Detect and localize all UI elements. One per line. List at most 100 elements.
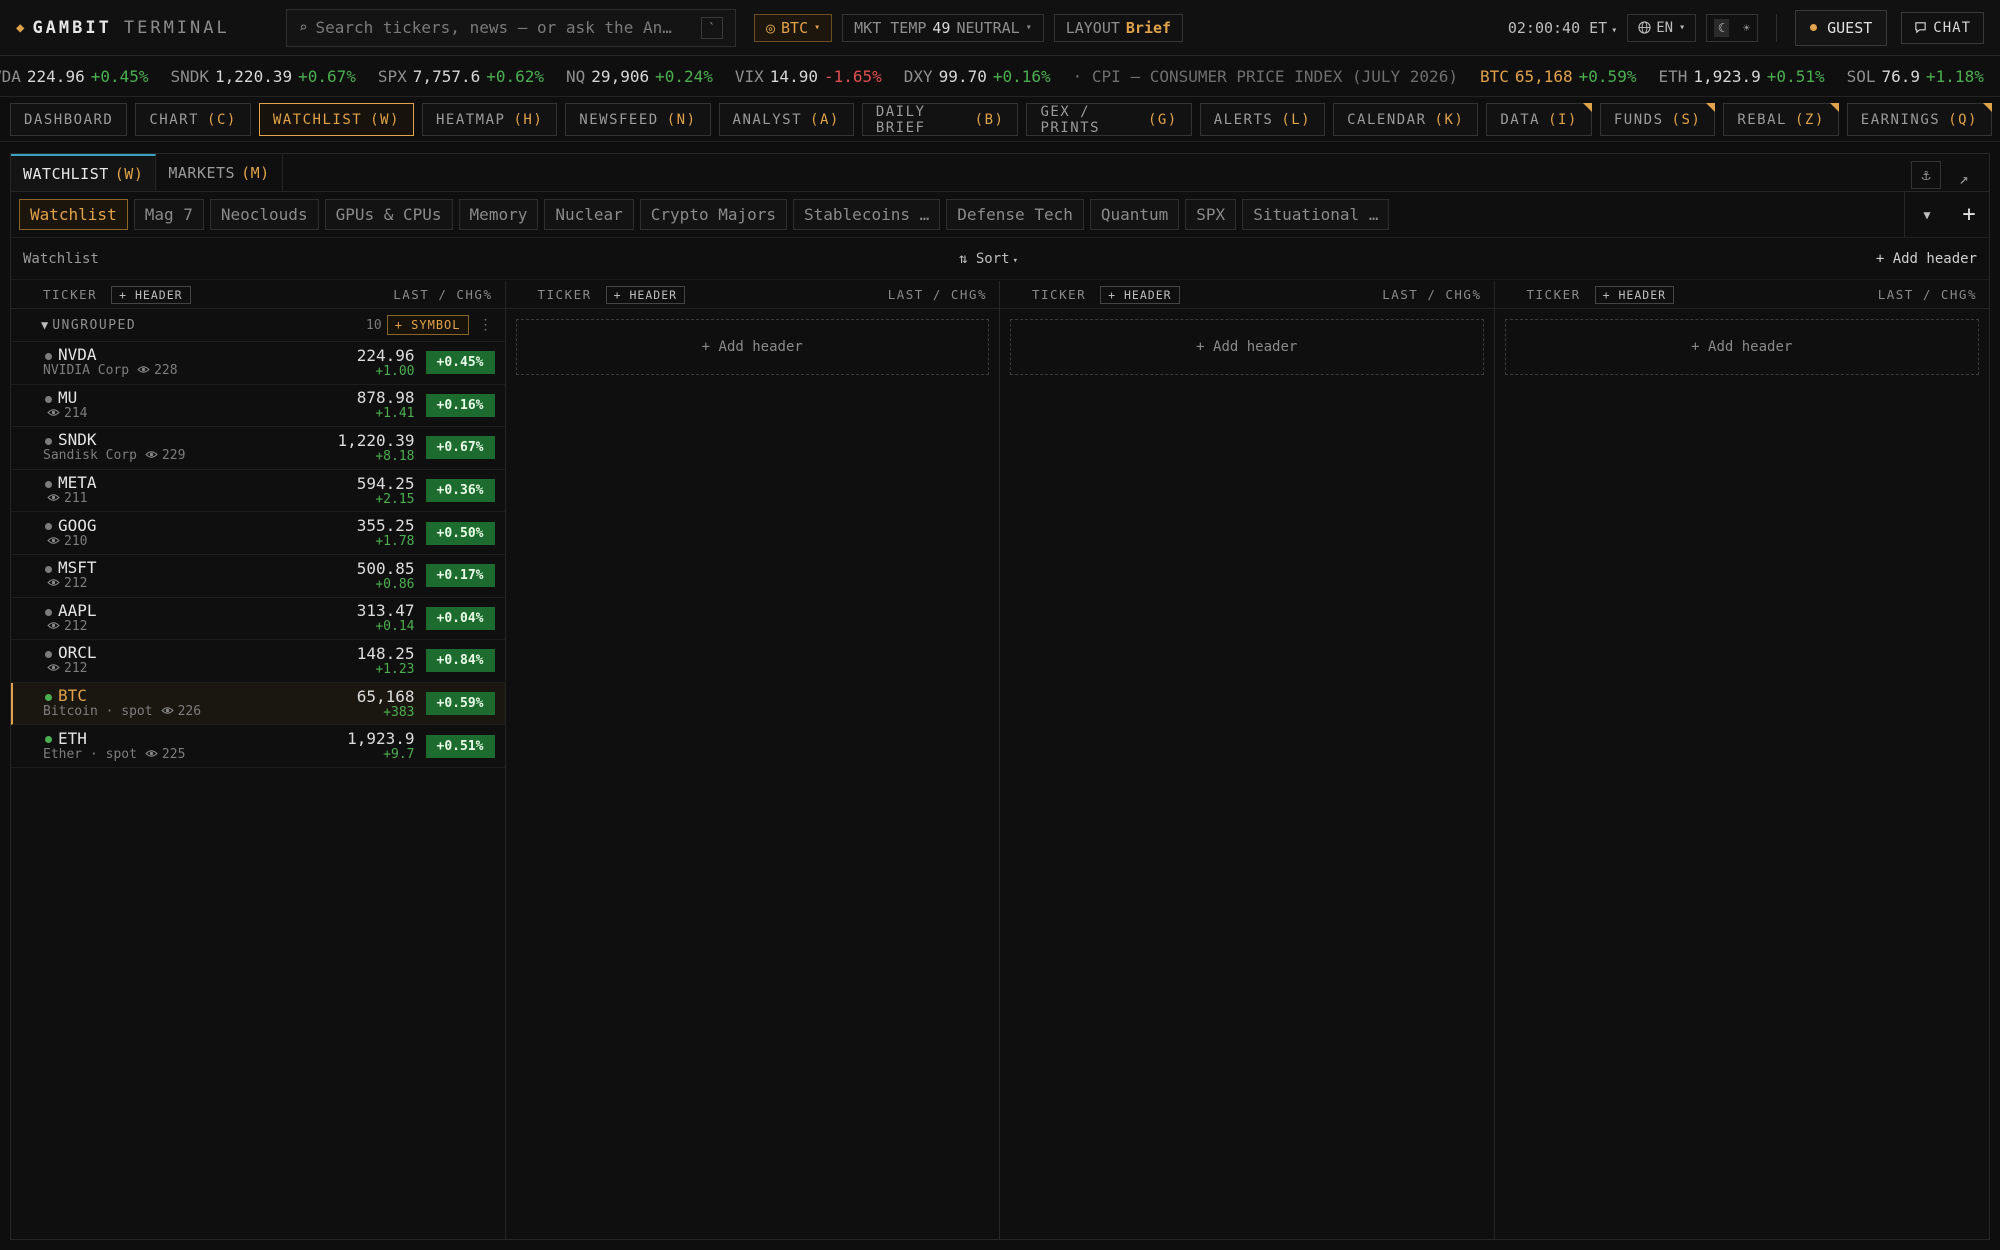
module-tab-daily-brief[interactable]: DAILY BRIEF (B) [861,103,1019,136]
watchlist-tab[interactable]: Crypto Majors [639,199,788,230]
watchlist-tab[interactable]: Watchlist [19,199,128,230]
tape-item[interactable]: ETH 1,923.9 +0.51% [1658,67,1824,86]
watchlist-tab[interactable]: Situational … [1242,199,1390,230]
add-header-button[interactable]: + HEADER [1594,285,1675,304]
tape-item[interactable]: NQ 29,906 +0.24% [566,67,713,86]
brand-name: GAMBIT [32,17,112,38]
more-vertical-icon[interactable]: ⋮ [479,317,493,333]
module-tab-gex-prints[interactable]: GEX / PRINTS (G) [1026,103,1192,136]
moon-icon[interactable]: ☾ [1714,18,1730,37]
table-row[interactable]: AAPL 212 313.47 +0.14 +0.04% [11,598,505,641]
module-tab-analyst[interactable]: ANALYST (A) [718,103,854,136]
watchlist-tab[interactable]: Nuclear [544,199,634,230]
layout-selector[interactable]: LAYOUT Brief [1053,13,1184,42]
watchlist-tab[interactable]: SPX [1185,199,1237,230]
tape-item[interactable]: DXY 99.70 +0.16% [904,67,1051,86]
add-header-button[interactable]: + HEADER [605,285,686,304]
group-row[interactable]: ▼ UNGROUPED 10 + SYMBOL ⋮ [11,309,505,342]
table-row[interactable]: ORCL 212 148.25 +1.23 +0.84% [11,640,505,683]
tape-symbol: VIX [734,67,764,86]
table-row[interactable]: SNDK Sandisk Corp 229 1,220.39 +8.18 +0.67% [11,427,505,470]
row-meta: 212 [39,661,97,677]
module-tab-alerts[interactable]: ALERTS (L) [1199,103,1326,136]
language-selector[interactable]: EN ▾ [1627,13,1697,42]
module-tab-dashboard[interactable]: DASHBOARD [10,103,128,136]
eye-icon [145,448,158,464]
premium-corner-icon [1983,103,1992,112]
chat-button[interactable]: CHAT [1901,11,1984,44]
tape-item[interactable]: SNDK 1,220.39 +0.67% [171,67,356,86]
add-header-dropzone[interactable]: + Add header [1010,319,1484,375]
add-watchlist-button[interactable]: + [1949,202,1989,227]
expand-icon[interactable]: ↗ [1949,164,1979,192]
watchlist-tab[interactable]: GPUs & CPUs [324,199,453,230]
tape-item[interactable]: SPX 7,757.6 +0.62% [378,67,544,86]
module-tab-data[interactable]: DATA (I) [1486,103,1592,136]
module-tab-key: (N) [666,111,697,128]
chevron-down-icon: ▾ [1611,24,1618,36]
watchlist-tab[interactable]: Mag 7 [133,199,204,230]
tape-symbol: BTC [1479,67,1509,86]
module-tab-calendar[interactable]: CALENDAR (K) [1333,103,1479,136]
asset-selector[interactable]: ◎ BTC ▾ [754,13,833,42]
anchor-icon[interactable]: ⚓ [1911,161,1941,189]
add-header-dropzone[interactable]: + Add header [1504,319,1979,375]
module-tab-chart[interactable]: CHART (C) [135,103,251,136]
tab-markets[interactable]: MARKETS (M) [156,154,283,191]
module-tab-rebal[interactable]: REBAL (Z) [1723,103,1839,136]
watchlist-tab[interactable]: Memory [458,199,539,230]
brand-suffix: TERMINAL [123,17,230,38]
row-change-percent-badge: +0.51% [425,734,495,758]
watchlist-tab[interactable]: Stablecoins … [793,199,941,230]
tape-symbol: NQ [566,67,586,86]
tape-symbol: ETH [1658,67,1688,86]
table-row[interactable]: META 211 594.25 +2.15 +0.36% [11,470,505,513]
table-row[interactable]: ETH Ether · spot 225 1,923.9 +9.7 +0.51% [11,725,505,768]
collapse-triangle-icon[interactable]: ▼ [41,318,48,332]
market-temperature[interactable]: MKT TEMP 49 NEUTRAL ▾ [842,13,1044,42]
table-row[interactable]: MSFT 212 500.85 +0.86 +0.17% [11,555,505,598]
watchlist-tab[interactable]: Quantum [1089,199,1180,230]
sort-button[interactable]: ⇅ Sort ▾ [959,251,1018,267]
tape-news[interactable]: · CPI — CONSUMER PRICE INDEX (JULY 2026) [1073,67,1458,86]
clock[interactable]: 02:00:40 ET ▾ [1508,19,1617,37]
add-header-button[interactable]: + HEADER [111,285,191,304]
search-input[interactable] [315,18,701,37]
row-identity: BTC Bitcoin · spot 226 [43,687,201,720]
watchlist-tab[interactable]: Defense Tech [946,199,1084,230]
tape-price: 1,220.39 [215,67,293,86]
module-tab-watchlist[interactable]: WATCHLIST (W) [258,103,414,136]
table-row[interactable]: BTC Bitcoin · spot 226 65,168 +383 +0.59% [11,682,505,726]
module-tab-earnings[interactable]: EARNINGS (Q) [1846,103,1992,136]
last-chg-column-label: LAST / CHG% [1382,287,1482,302]
module-tab-label: GEX / PRINTS [1040,103,1101,136]
guest-button[interactable]: GUEST [1795,9,1888,46]
tape-change: -1.65% [823,67,882,86]
tape-item[interactable]: BTC 65,168 +0.59% [1480,67,1637,86]
brand-logo[interactable]: ◆ GAMBIT TERMINAL [16,18,256,38]
module-tab-label: HEATMAP [435,111,506,128]
diamond-icon: ◆ [16,19,25,36]
theme-toggle[interactable]: ☾ ☀ [1706,13,1759,42]
tab-key: (W) [114,164,144,183]
table-row[interactable]: MU 214 878.98 +1.41 +0.16% [11,385,505,428]
row-change-percent-badge: +0.67% [425,436,495,460]
watchlist-tab[interactable]: Neoclouds [209,199,319,230]
table-row[interactable]: NVDA NVIDIA Corp 228 224.96 +1.00 +0.45% [11,342,505,385]
tape-item[interactable]: VIX 14.90 -1.65% [735,67,882,86]
sun-icon[interactable]: ☀ [1743,21,1750,35]
add-header-dropzone[interactable]: + Add header [515,319,989,375]
module-tab-heatmap[interactable]: HEATMAP (H) [421,103,558,136]
tape-item[interactable]: SOL 76.9 +1.18% [1847,67,1984,86]
module-tab-newsfeed[interactable]: NEWSFEED (N) [565,103,711,136]
chevron-down-icon[interactable]: ▼ [1905,208,1949,222]
search-box[interactable]: ⌕ ` [286,8,736,47]
module-tab-key: (Z) [1794,111,1825,128]
add-header-button[interactable]: + HEADER [1100,285,1180,304]
module-tab-funds[interactable]: FUNDS (S) [1599,103,1716,136]
table-row[interactable]: GOOG 210 355.25 +1.78 +0.50% [11,512,505,555]
add-symbol-button[interactable]: + SYMBOL [386,315,469,335]
add-header-button[interactable]: + Add header [1876,251,1977,267]
tab-watchlist[interactable]: WATCHLIST (W) [11,154,157,191]
tape-item[interactable]: VDA 224.96 +0.45% [0,67,149,86]
